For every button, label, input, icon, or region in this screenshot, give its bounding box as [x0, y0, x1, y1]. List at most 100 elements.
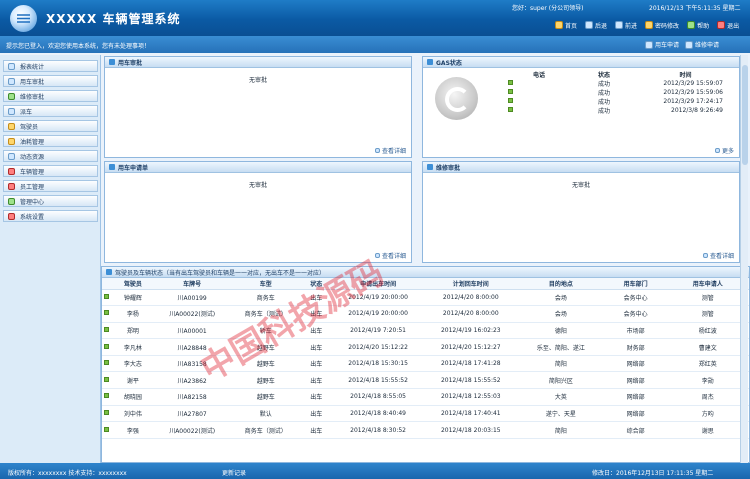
dispatch-icon — [8, 107, 15, 115]
status-ok-icon — [508, 107, 513, 112]
table-cell: 大英 — [517, 388, 605, 406]
sidebar-item-dispatch[interactable]: 派车 — [3, 105, 98, 117]
driver-vehicle-status-panel: 驾驶员及车辆状态（当有出车驾驶员和车辆是一一对应，无出车不是一一对应） 驾驶员车… — [101, 266, 750, 463]
sidebar-item-settings[interactable]: 系统设置 — [3, 210, 98, 222]
menu-forward[interactable]: 前进 — [613, 18, 639, 32]
sidebar-item-vehicle[interactable]: 车辆管理 — [3, 165, 98, 177]
sidebar-item-repair-approval[interactable]: 维修审批 — [3, 90, 98, 102]
sidebar-item-resource[interactable]: 动态资源 — [3, 150, 98, 162]
table-cell: 曹建文 — [666, 338, 749, 356]
table-cell: 川A00022(测试) — [153, 421, 231, 439]
top-menu: 首页 后退 前进 密码修改 帮助 退出 — [553, 18, 741, 32]
table-row[interactable]: 刘中伟 川A27807 默认 出车 2012/4/18 8:40:49 2012/4/18… — [102, 405, 749, 423]
details-icon — [702, 253, 708, 258]
update-log-link[interactable]: 更新记录 — [222, 468, 246, 477]
table-cell: 出车 — [300, 421, 332, 439]
more-icon — [714, 148, 720, 153]
gas-row: 成功 2012/3/29 15:59:07 — [508, 79, 723, 88]
table-cell: 李大志 — [112, 355, 154, 373]
status-bar: 版权所有：xxxxxxxx 技术支持：xxxxxxxx 更新记录 修改日：201… — [0, 463, 750, 479]
repair-icon — [8, 92, 15, 100]
table-cell: 李勋 — [666, 371, 749, 390]
header-datetime: 2016/12/13 下午5:11:35 星期二 — [649, 5, 741, 12]
table-cell: 会场 — [517, 305, 605, 323]
row-status-icon — [103, 409, 109, 415]
table-cell: 川A82158 — [153, 388, 231, 406]
table-cell: 会务中心 — [604, 305, 667, 323]
table-cell: 李凡林 — [112, 338, 154, 356]
sidebar-item-staff[interactable]: 员工管理 — [3, 180, 98, 192]
gas-row: 成功 2012/3/29 17:24:17 — [508, 97, 723, 106]
table-cell: 2012/4/18 17:40:41 — [424, 405, 518, 423]
table-cell: 会场 — [517, 289, 605, 307]
row-status-icon — [103, 360, 109, 366]
sidebar-item-car-approval[interactable]: 用车审批 — [3, 75, 98, 87]
table-cell: 出车 — [300, 355, 332, 373]
menu-exit[interactable]: 退出 — [715, 18, 741, 32]
status-ok-icon — [508, 89, 513, 94]
table-row[interactable]: 李强 川A00022(测试) 商务车（测试） 出车 2012/4/18 8:30:52 2… — [102, 421, 749, 439]
table-cell: 2012/4/18 20:03:15 — [424, 421, 518, 439]
panel-title: GAS状态 — [436, 59, 462, 67]
empty-message: 无审批 — [248, 77, 267, 84]
table-cell: 周杰 — [666, 388, 749, 406]
table-cell: 财务部 — [604, 338, 667, 356]
sidebar-item-report[interactable]: 报表统计 — [3, 60, 98, 72]
car-approval-panel: 用车审批 无审批 查看详细 — [104, 56, 412, 158]
table-cell: 2012/4/19 16:02:23 — [424, 322, 518, 340]
row-status-icon — [103, 326, 109, 332]
repair-request-link[interactable]: 维修申请 — [685, 40, 719, 49]
panel-title: 驾驶员及车辆状态（当有出车驾驶员和车辆是一一对应，无出车不是一一对应） — [115, 269, 326, 277]
table-cell: 网络部 — [604, 371, 667, 390]
more-link[interactable]: 更多 — [714, 146, 734, 155]
table-cell: 2012/4/18 15:55:52 — [331, 371, 425, 390]
main-scrollbar[interactable] — [740, 55, 748, 463]
table-row[interactable]: 李杨 川A00022(测试) 商务车（测试） 出车 2012/4/19 20:00:00… — [102, 305, 749, 323]
menu-change-password[interactable]: 密码修改 — [643, 18, 681, 32]
view-details-link[interactable]: 查看详细 — [374, 251, 406, 260]
table-row[interactable]: 谢平 川A23862 越野车 出车 2012/4/18 15:55:52 2012/4/1… — [102, 371, 749, 390]
home-icon — [555, 21, 563, 29]
sidebar-item-driver[interactable]: 驾驶员 — [3, 120, 98, 132]
table-cell: 网络部 — [604, 355, 667, 373]
table-cell: 出车 — [300, 405, 332, 423]
status-datetime: 修改日：2016年12月13日 17:11:35 星期二 — [592, 470, 714, 477]
sidebar-item-admin-center[interactable]: 管理中心 — [3, 195, 98, 207]
menu-back[interactable]: 后退 — [583, 18, 609, 32]
details-icon — [374, 148, 380, 153]
settings-icon — [8, 212, 15, 220]
table-cell: 2012/4/20 15:12:22 — [331, 338, 425, 356]
top-header: XXXXX 车辆管理系统 您好：super (分公司领导) 2016/12/13… — [0, 0, 750, 36]
table-cell: 2012/4/18 8:40:49 — [331, 405, 425, 423]
table-row[interactable]: 钟耀辉 川A00199 商务车 出车 2012/4/19 20:00:00 2012/4/… — [102, 289, 749, 307]
table-header: 驾驶员 车牌号 车型 状态 申请出车时间 计划回车时间 目的地点 用车部门 用车申请人 — [102, 278, 749, 290]
table-cell: 网络部 — [604, 388, 667, 406]
table-cell: 网络部 — [604, 405, 667, 423]
row-status-icon — [103, 310, 109, 316]
panel-icon — [106, 269, 112, 275]
help-icon — [687, 21, 696, 29]
user-greeting: 您好：super (分公司领导) — [512, 5, 584, 12]
table-row[interactable]: 胡晓园 川A82158 越野车 出车 2012/4/18 8:55:05 2012/4/1… — [102, 388, 749, 406]
scrollbar-thumb[interactable] — [742, 65, 748, 165]
sidebar-item-fuel[interactable]: 油耗管理 — [3, 135, 98, 147]
panel-icon — [109, 164, 115, 170]
table-cell: 测管 — [666, 305, 749, 323]
empty-message: 无审批 — [248, 182, 267, 189]
table-cell: 出车 — [300, 338, 332, 356]
table-row[interactable]: 郑明 川A00001 轿车 出车 2012/4/19 7:20:51 2012/4/19 … — [102, 322, 749, 340]
car-icon — [645, 40, 653, 49]
table-cell: 遂宁、天星 — [517, 405, 605, 423]
table-cell: 综合部 — [604, 421, 667, 439]
view-details-link[interactable]: 查看详细 — [702, 251, 734, 260]
menu-home[interactable]: 首页 — [553, 18, 579, 32]
exit-icon — [717, 21, 726, 29]
car-request-link[interactable]: 用车申请 — [645, 40, 679, 49]
resource-icon — [8, 152, 15, 160]
view-details-link[interactable]: 查看详细 — [374, 146, 406, 155]
menu-help[interactable]: 帮助 — [685, 18, 711, 32]
table-cell: 2012/4/18 12:55:03 — [424, 388, 518, 406]
logo-stripes-icon — [17, 14, 30, 23]
gas-table: 电话 状态 时间 成功 2012/3/29 15:59:07 成功 2012/3/29 … — [508, 70, 723, 115]
panel-title: 用车申请单 — [118, 164, 149, 172]
